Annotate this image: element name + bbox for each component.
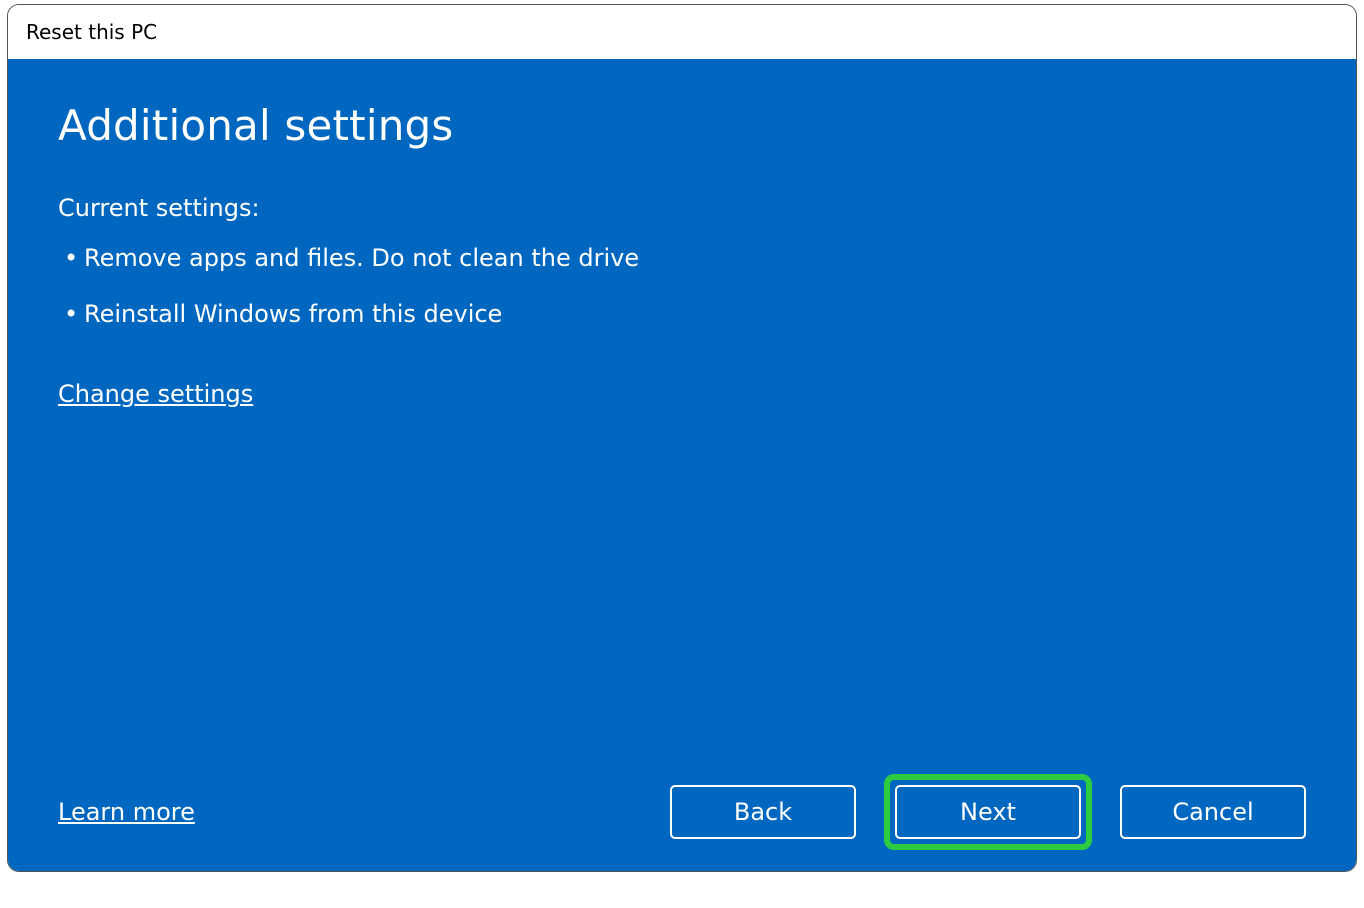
footer-left: Learn more — [58, 798, 195, 826]
change-settings-link[interactable]: Change settings — [58, 380, 253, 408]
back-button[interactable]: Back — [670, 785, 856, 839]
window-title: Reset this PC — [26, 20, 157, 44]
settings-list: Remove apps and files. Do not clean the … — [58, 244, 1306, 356]
cancel-button[interactable]: Cancel — [1120, 785, 1306, 839]
current-settings-label: Current settings: — [58, 194, 1306, 222]
list-item: Reinstall Windows from this device — [58, 300, 1306, 328]
footer-right: Back Next Cancel — [670, 785, 1306, 839]
page-heading: Additional settings — [58, 101, 1306, 150]
highlight-annotation: Next — [884, 774, 1092, 850]
learn-more-link[interactable]: Learn more — [58, 798, 195, 826]
list-item: Remove apps and files. Do not clean the … — [58, 244, 1306, 272]
content-area: Additional settings Current settings: Re… — [8, 59, 1356, 871]
next-button[interactable]: Next — [895, 785, 1081, 839]
footer: Learn more Back Next Cancel — [58, 785, 1306, 839]
dialog-window: Reset this PC Additional settings Curren… — [7, 4, 1357, 872]
title-bar: Reset this PC — [8, 5, 1356, 59]
